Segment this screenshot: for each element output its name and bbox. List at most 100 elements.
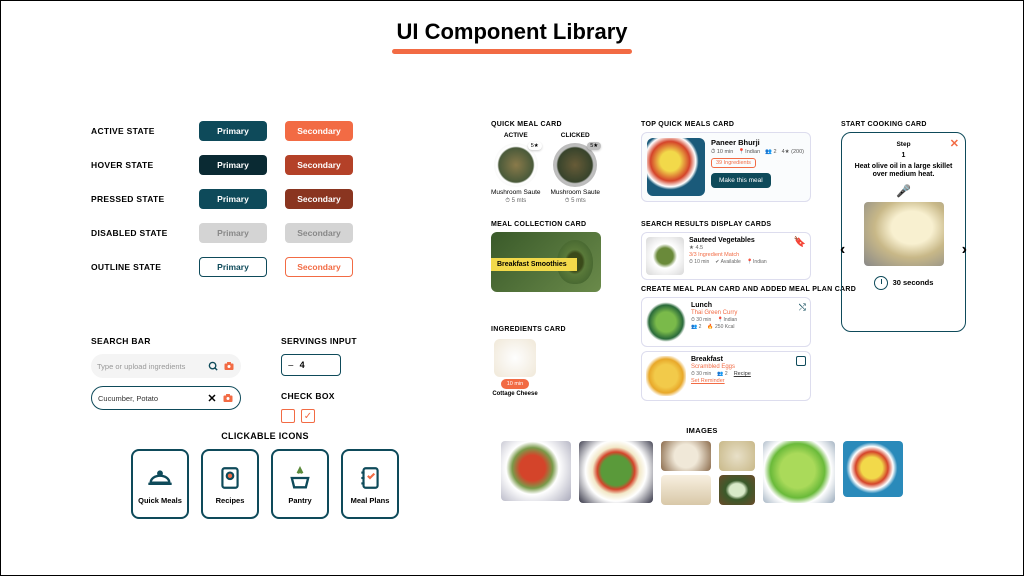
meal-plan-card-create[interactable]: Lunch Thai Green Curry ⏱ 30 min 📍Indian … (641, 297, 811, 347)
minus-icon[interactable]: – (288, 360, 294, 371)
food-image (661, 441, 711, 471)
dish-name: Paneer Bhurji (711, 138, 805, 147)
checkbox-label: CHECK BOX (281, 391, 335, 401)
primary-button-active[interactable]: Primary (199, 121, 267, 141)
button-states-section: ACTIVE STATE Primary Secondary HOVER STA… (91, 121, 353, 291)
meta-cuisine: 📍Indian (717, 317, 737, 323)
food-image (719, 475, 755, 505)
checkbox-unchecked[interactable] (281, 409, 295, 423)
step-number: 1 (902, 152, 906, 159)
quick-meal-card-active[interactable]: ACTIVE 5★ Mushroom Saute ⏱ 5 mts (491, 132, 541, 205)
clickable-icons-section: CLICKABLE ICONS Quick Meals Recipes Pant… (131, 431, 399, 519)
reminder-link[interactable]: Set Reminder (691, 378, 725, 384)
meta-cuisine: 📍Indian (738, 149, 760, 156)
checkbox-checked[interactable]: ✓ (301, 409, 315, 423)
primary-button-hover[interactable]: Primary (199, 155, 267, 175)
dish-name: Thai Green Curry (691, 310, 806, 316)
dish-image: 5★ (494, 143, 538, 187)
meta-serves: 👥 2 (765, 149, 776, 156)
checkbox-section: CHECK BOX ✓ (281, 391, 335, 423)
search-result-card[interactable]: Sauteed Vegetables ★ 4.5 3/3 Ingredient … (641, 232, 811, 280)
meal-collection-section: MEAL COLLECTION CARD Breakfast Smoothies (491, 221, 601, 292)
timer-icon (874, 276, 888, 290)
collection-card[interactable]: Breakfast Smoothies (491, 232, 601, 292)
search-input-filled[interactable]: Cucumber, Potato ✕ (91, 386, 241, 410)
primary-button-disabled: Primary (199, 223, 267, 243)
icon-card-quick-meals[interactable]: Quick Meals (131, 449, 189, 519)
close-icon[interactable]: ✕ (950, 137, 959, 150)
notebook-icon (355, 463, 385, 493)
collection-title: Breakfast Smoothies (491, 258, 577, 271)
top-meals-label: TOP QUICK MEALS CARD (641, 121, 811, 128)
ingredient-match: 3/3 Ingredient Match (689, 252, 806, 258)
search-placeholder: Type or upload ingredients (97, 362, 203, 371)
bookmark-icon[interactable]: 🔖 (794, 237, 806, 248)
checkbox-icon[interactable] (796, 356, 806, 366)
servings-value: 4 (300, 360, 305, 370)
top-meals-section: TOP QUICK MEALS CARD Paneer Bhurji ⏱ 10 … (641, 121, 811, 202)
dish-time: ⏱ 5 mts (505, 198, 526, 205)
dish-name: Scrambled Eggs (691, 364, 806, 370)
food-image (719, 441, 755, 471)
dish-image (646, 302, 686, 342)
icon-card-recipes[interactable]: Recipes (201, 449, 259, 519)
meta-time: ⏱ 30 min (691, 371, 711, 377)
collection-label: MEAL COLLECTION CARD (491, 221, 601, 228)
meal-plan-section: CREATE MEAL PLAN CARD AND ADDED MEAL PLA… (641, 286, 856, 401)
microphone-icon[interactable]: 🎤 (896, 184, 911, 198)
search-icon[interactable] (207, 360, 219, 372)
title-underline (392, 49, 632, 54)
quick-state-label: CLICKED (561, 132, 590, 139)
book-icon (215, 463, 245, 493)
next-arrow-icon[interactable]: › (962, 241, 967, 259)
state-label-disabled: DISABLED STATE (91, 228, 181, 238)
ingredients-section: INGREDIENTS CARD 10 min Cottage Cheese (491, 326, 566, 397)
dish-rating: ★ 4.5 (689, 245, 806, 251)
meta-cuisine: 📍Indian (747, 259, 767, 265)
meta-calories: 🔥 250 Kcal (707, 324, 734, 330)
icon-card-meal-plans[interactable]: Meal Plans (341, 449, 399, 519)
state-label-active: ACTIVE STATE (91, 126, 181, 136)
meta-time: ⏱ 30 min (691, 317, 711, 323)
clear-icon[interactable]: ✕ (206, 392, 218, 404)
clickable-icons-label: CLICKABLE ICONS (131, 431, 399, 441)
recipe-link[interactable]: Recipe (734, 371, 751, 377)
food-image (579, 441, 653, 503)
search-input-empty[interactable]: Type or upload ingredients (91, 354, 241, 378)
camera-icon[interactable] (223, 360, 235, 372)
icon-card-pantry[interactable]: Pantry (271, 449, 329, 519)
primary-button-outline[interactable]: Primary (199, 257, 267, 277)
start-cooking-label: START COOKING CARD (841, 121, 966, 128)
ingredients-tag: 39 Ingredients (711, 158, 756, 168)
primary-button-pressed[interactable]: Primary (199, 189, 267, 209)
meal-plan-label: CREATE MEAL PLAN CARD AND ADDED MEAL PLA… (641, 286, 856, 293)
ingredient-card[interactable]: 10 min Cottage Cheese (491, 339, 539, 397)
dish-image (646, 356, 686, 396)
timer-value: 30 seconds (893, 278, 934, 287)
top-meal-card[interactable]: Paneer Bhurji ⏱ 10 min 📍Indian 👥 2 4★ (2… (641, 132, 811, 202)
secondary-button-pressed[interactable]: Secondary (285, 189, 353, 209)
meal-type: Breakfast (691, 356, 806, 363)
ingredient-name: Cottage Cheese (492, 391, 537, 397)
meal-plan-card-added[interactable]: Breakfast Scrambled Eggs ⏱ 30 min 👥 2 Re… (641, 351, 811, 401)
icon-label: Recipes (216, 497, 245, 505)
make-meal-button[interactable]: Make this meal (711, 173, 771, 188)
meta-time: ⏱ 10 min (689, 259, 709, 265)
secondary-button-outline[interactable]: Secondary (285, 257, 353, 277)
cooking-card: ✕ Step 1 Heat olive oil in a large skill… (841, 132, 966, 332)
food-image (501, 441, 571, 501)
dish-name: Mushroom Saute (491, 189, 541, 196)
shuffle-icon[interactable]: ⤭ (799, 302, 806, 313)
secondary-button-active[interactable]: Secondary (285, 121, 353, 141)
meta-available: ✔ Available (715, 259, 741, 265)
state-label-hover: HOVER STATE (91, 160, 181, 170)
ingredient-image (494, 339, 536, 377)
prev-arrow-icon[interactable]: ‹ (840, 241, 845, 259)
dish-name: Sauteed Vegetables (689, 237, 806, 244)
quick-meal-card-clicked[interactable]: CLICKED 5★ Mushroom Saute ⏱ 5 mts (551, 132, 601, 205)
servings-stepper[interactable]: – 4 (281, 354, 341, 376)
state-label-pressed: PRESSED STATE (91, 194, 181, 204)
food-image (843, 441, 903, 497)
secondary-button-hover[interactable]: Secondary (285, 155, 353, 175)
camera-icon[interactable] (222, 392, 234, 404)
